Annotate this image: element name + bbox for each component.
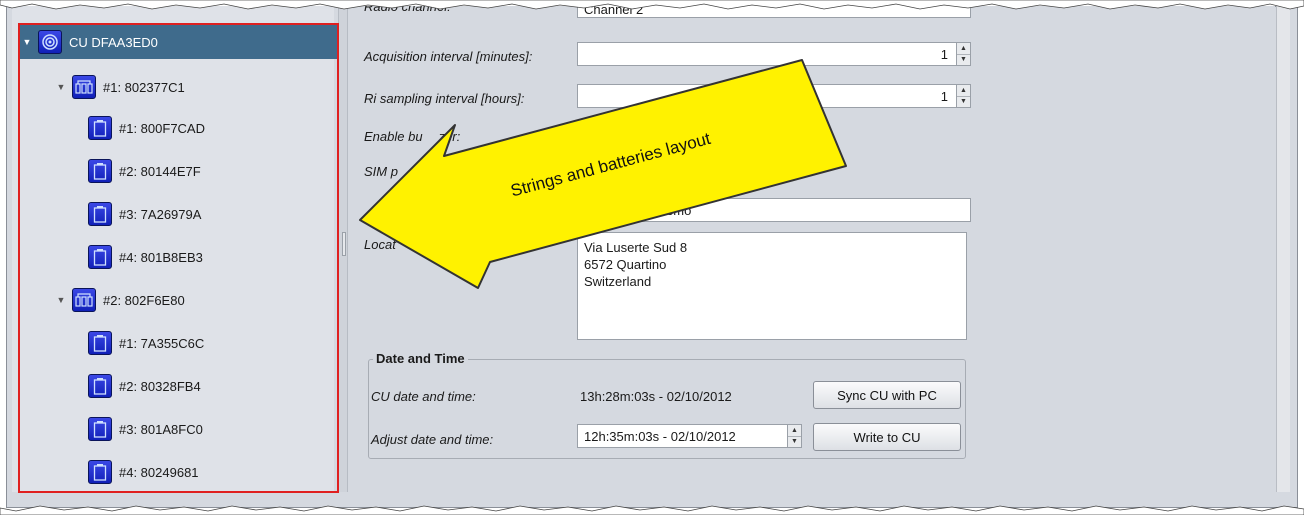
tree-node-label: CU DFAA3ED0	[69, 34, 158, 50]
spinner-buttons[interactable]: ▲ ▼	[956, 43, 970, 65]
spinner-up-icon[interactable]: ▲	[957, 85, 970, 97]
tree-node-label: #2: 802F6E80	[103, 292, 185, 308]
battery-icon	[88, 460, 112, 484]
battery-icon	[88, 159, 112, 183]
tree-node-battery[interactable]: #4: 801B8EB3	[88, 240, 203, 274]
tree-node-label: #1: 802377C1	[103, 79, 185, 95]
tree-node-string[interactable]: ▼ #1: 802377C1	[54, 70, 185, 104]
battery-icon	[88, 417, 112, 441]
battery-icon	[88, 331, 112, 355]
spinner-down-icon[interactable]: ▼	[957, 55, 970, 66]
ri-sampling-spinner[interactable]: 1 ▲ ▼	[577, 84, 971, 108]
cu-date-time-label: CU date and time:	[371, 389, 476, 404]
write-to-cu-button[interactable]: Write to CU	[813, 423, 961, 451]
tree-node-label: #3: 801A8FC0	[119, 421, 203, 437]
control-unit-icon	[38, 30, 62, 54]
battery-icon	[88, 116, 112, 140]
spinner-down-icon[interactable]: ▼	[957, 97, 970, 108]
tree-node-label: #3: 7A26979A	[119, 206, 202, 222]
spinner-down-icon[interactable]: ▼	[788, 437, 801, 448]
tree-node-battery[interactable]: #4: 80249681	[88, 455, 199, 489]
tree-node-battery[interactable]: #2: 80328FB4	[88, 369, 201, 403]
tree-node-cu[interactable]: ▼ CU DFAA3ED0	[20, 25, 337, 59]
tree-node-battery[interactable]: #3: 801A8FC0	[88, 412, 203, 446]
adjust-date-time-spinner[interactable]: 12h:35m:03s - 02/10/2012 ▲ ▼	[577, 424, 802, 448]
cu-date-time-value: 13h:28m:03s - 02/10/2012	[580, 389, 732, 404]
spinner-up-icon[interactable]: ▲	[788, 425, 801, 437]
tree-node-battery[interactable]: #3: 7A26979A	[88, 197, 201, 231]
vertical-scrollbar[interactable]	[1276, 6, 1290, 492]
location-name-field[interactable]: o demo	[577, 198, 971, 222]
tree-node-battery[interactable]: #1: 800F7CAD	[88, 111, 205, 145]
enable-buzzer-label: Enable bu zer:	[364, 129, 461, 144]
acquisition-interval-label: Acquisition interval [minutes]:	[364, 49, 533, 64]
tree-node-label: #1: 800F7CAD	[119, 120, 205, 136]
tree-node-battery[interactable]: #2: 80144E7F	[88, 154, 201, 188]
acquisition-interval-spinner[interactable]: 1 ▲ ▼	[577, 42, 971, 66]
expand-arrow-icon[interactable]: ▼	[54, 82, 68, 92]
tree-node-label: #2: 80144E7F	[119, 163, 201, 179]
tree-node-label: #4: 801B8EB3	[119, 249, 203, 265]
address-line: 6572 Quartino	[584, 257, 667, 272]
tree-node-label: #1: 7A355C6C	[119, 335, 205, 351]
battery-icon	[88, 245, 112, 269]
address-line: Via Luserte Sud 8	[584, 240, 688, 255]
torn-edge-bottom	[0, 505, 1304, 515]
tree-node-label: #4: 80249681	[119, 464, 199, 480]
location-address-textarea[interactable]: Via Luserte Sud 8 6572 Quartino Switzerl…	[577, 232, 967, 340]
tree-node-label: #2: 80328FB4	[119, 378, 201, 394]
address-line: Switzerland	[584, 274, 652, 289]
spinner-buttons[interactable]: ▲ ▼	[787, 425, 801, 447]
tree-node-string[interactable]: ▼ #2: 802F6E80	[54, 283, 185, 317]
adjust-date-time-value: 12h:35m:03s - 02/10/2012	[584, 428, 736, 444]
expand-arrow-icon[interactable]: ▼	[54, 295, 68, 305]
ri-sampling-label: Ri sampling interval [hours]:	[364, 91, 525, 106]
ri-sampling-value: 1	[940, 88, 948, 104]
location-address-label: Locat ss:	[364, 237, 475, 252]
acquisition-interval-value: 1	[940, 46, 948, 62]
torn-edge-top	[0, 0, 1304, 10]
battery-icon	[88, 374, 112, 398]
adjust-date-time-label: Adjust date and time:	[371, 432, 494, 447]
date-time-group-title: Date and Time	[373, 351, 468, 366]
battery-string-icon	[72, 75, 96, 99]
spinner-up-icon[interactable]: ▲	[957, 43, 970, 55]
spinner-buttons[interactable]: ▲ ▼	[956, 85, 970, 107]
sim-pin-label: SIM p	[364, 164, 398, 179]
battery-string-icon	[72, 288, 96, 312]
tree-node-battery[interactable]: #1: 7A355C6C	[88, 326, 204, 360]
splitter-grip-icon[interactable]	[342, 232, 346, 256]
sync-cu-button[interactable]: Sync CU with PC	[813, 381, 961, 409]
expand-arrow-icon[interactable]: ▼	[20, 37, 34, 47]
battery-icon	[88, 202, 112, 226]
